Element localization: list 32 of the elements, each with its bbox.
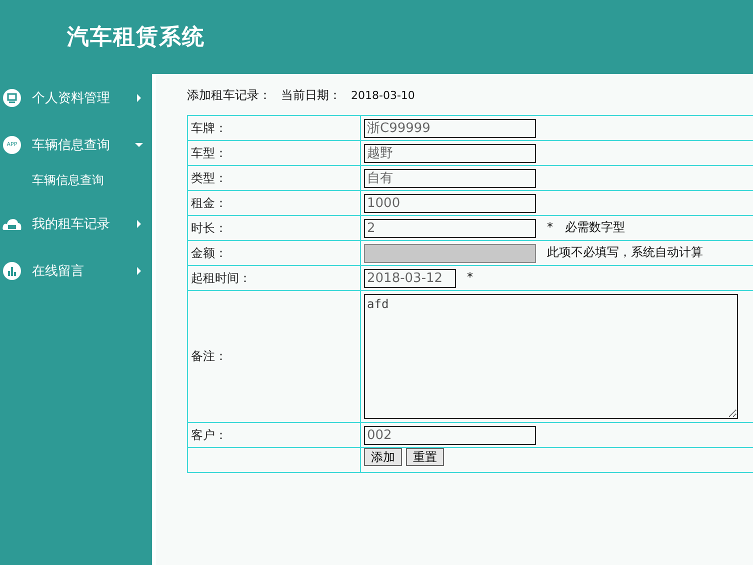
field-label: 起租时间：: [188, 266, 360, 290]
current-date: 2018-03-10: [351, 89, 415, 102]
form-title: 添加租车记录：: [187, 88, 271, 102]
reset-button[interactable]: 重置: [406, 448, 444, 466]
app-title: 汽车租赁系统: [67, 24, 205, 52]
field-label: 租金：: [188, 190, 360, 216]
field-label: 金额：: [188, 240, 360, 266]
sidebar-item[interactable]: 个人资料管理: [0, 81, 152, 115]
input-field[interactable]: 002: [364, 426, 536, 444]
field-label: 类型：: [188, 166, 360, 190]
sidebar-item[interactable]: 我的租车记录: [0, 207, 152, 241]
field-label: 客户：: [188, 422, 360, 448]
field-label: 时长：: [188, 216, 360, 240]
field-note: 此项不必填写，系统自动计算: [547, 245, 703, 260]
field-note: * 必需数字型: [547, 220, 625, 234]
sidebar-subitem[interactable]: 车辆信息查询: [0, 162, 152, 198]
notes-field[interactable]: afd: [364, 294, 738, 419]
monitor-icon: [3, 89, 21, 107]
input-field[interactable]: 2: [364, 218, 536, 238]
field-label: 车型：: [188, 140, 360, 166]
field-label: 备注：: [188, 290, 360, 422]
date-field[interactable]: 2018-03-12: [364, 268, 456, 288]
input-field[interactable]: 自有: [364, 168, 536, 188]
input-field[interactable]: 1000: [364, 194, 536, 212]
add-button[interactable]: 添加: [364, 448, 402, 466]
field-label: 车牌：: [188, 116, 360, 140]
field-note: *: [467, 270, 473, 284]
sidebar-item[interactable]: 在线留言: [0, 254, 152, 288]
input-field[interactable]: 浙C99999: [364, 118, 536, 138]
date-label: 当前日期：: [281, 88, 341, 102]
bar-chart-icon: [3, 262, 21, 280]
input-field[interactable]: 越野: [364, 144, 536, 162]
